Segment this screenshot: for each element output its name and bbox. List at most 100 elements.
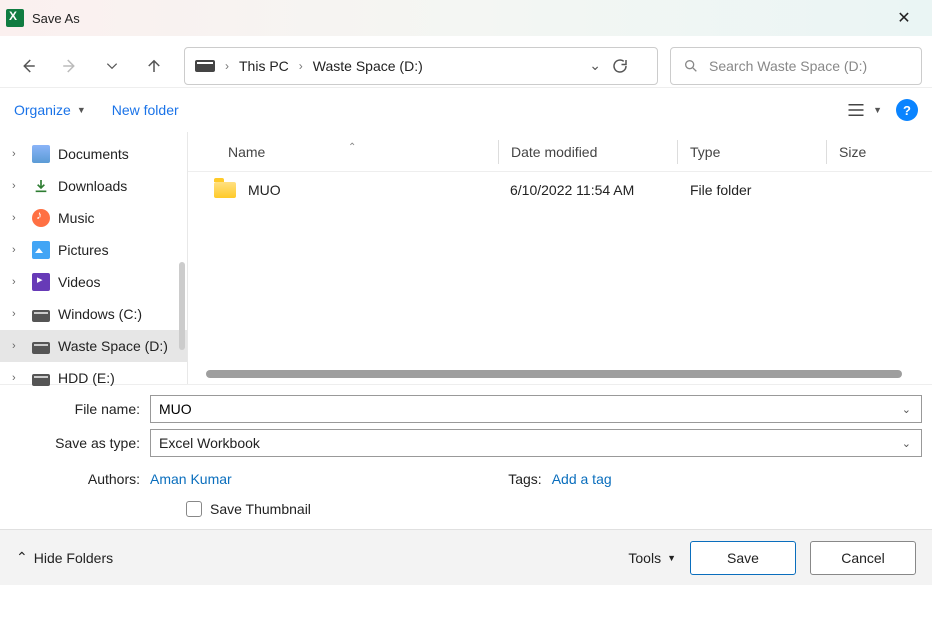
main-area: › Documents › Downloads › Music › Pictur… (0, 132, 932, 384)
dropdown-icon[interactable]: ⌄ (902, 437, 911, 450)
chevron-down-icon (105, 59, 119, 73)
save-type-field[interactable]: Excel Workbook ⌄ (150, 429, 922, 457)
sidebar-item-label: Documents (58, 146, 129, 162)
window-title: Save As (32, 11, 80, 26)
sidebar-item-label: Downloads (58, 178, 127, 194)
back-button[interactable] (10, 48, 46, 84)
arrow-right-icon (61, 57, 79, 75)
breadcrumb-dropdown[interactable]: ⌄ (589, 57, 601, 74)
column-name[interactable]: Name ⌃ (188, 144, 498, 160)
title-bar: Save As ✕ (0, 0, 932, 36)
list-view-icon (847, 103, 865, 117)
refresh-icon (611, 57, 629, 75)
file-type: File folder (678, 182, 826, 198)
organize-button[interactable]: Organize ▼ (14, 102, 86, 118)
nav-bar: › This PC › Waste Space (D:) ⌄ (0, 36, 932, 88)
drive-icon (32, 342, 50, 354)
file-name: MUO (248, 182, 281, 198)
file-date: 6/10/2022 11:54 AM (498, 182, 678, 198)
sidebar-item-documents[interactable]: › Documents (0, 138, 187, 170)
filename-label: File name: (10, 401, 150, 417)
tags-value[interactable]: Add a tag (552, 471, 612, 487)
refresh-button[interactable] (611, 57, 647, 75)
sidebar-item-label: Windows (C:) (58, 306, 142, 322)
chevron-right-icon: › (12, 372, 24, 384)
filename-field[interactable]: ⌄ (150, 395, 922, 423)
save-type-label: Save as type: (10, 435, 150, 451)
chevron-right-icon: › (12, 308, 24, 320)
help-button[interactable]: ? (896, 99, 918, 121)
videos-icon (32, 273, 50, 291)
forward-button[interactable] (52, 48, 88, 84)
arrow-left-icon (19, 57, 37, 75)
chevron-right-icon: › (12, 180, 24, 192)
save-thumbnail-label: Save Thumbnail (210, 501, 311, 517)
breadcrumb-separator: › (299, 59, 303, 73)
toolbar: Organize ▼ New folder ▼ ? (0, 88, 932, 132)
filename-input[interactable] (159, 401, 913, 417)
chevron-right-icon: › (12, 212, 24, 224)
documents-icon (32, 145, 50, 163)
save-button[interactable]: Save (690, 541, 796, 575)
folder-icon (214, 182, 236, 198)
breadcrumb-drive[interactable]: Waste Space (D:) (313, 58, 423, 74)
breadcrumb-this-pc[interactable]: This PC (239, 58, 289, 74)
sidebar-item-pictures[interactable]: › Pictures (0, 234, 187, 266)
sidebar: › Documents › Downloads › Music › Pictur… (0, 132, 188, 384)
chevron-right-icon: › (12, 244, 24, 256)
sidebar-item-label: Pictures (58, 242, 109, 258)
drive-icon (32, 374, 50, 386)
music-icon (32, 209, 50, 227)
drive-icon (195, 60, 215, 72)
sidebar-item-music[interactable]: › Music (0, 202, 187, 234)
caret-down-icon: ▼ (77, 105, 86, 115)
breadcrumb-separator: › (225, 59, 229, 73)
chevron-right-icon: › (12, 148, 24, 160)
sidebar-item-waste-space-d[interactable]: › Waste Space (D:) (0, 330, 187, 362)
horizontal-scrollbar[interactable] (206, 370, 902, 378)
dropdown-icon[interactable]: ⌄ (902, 403, 911, 416)
column-header: Name ⌃ Date modified Type Size (188, 132, 932, 172)
save-type-value: Excel Workbook (159, 435, 260, 451)
sidebar-item-label: Waste Space (D:) (58, 338, 168, 354)
file-pane: Name ⌃ Date modified Type Size MUO 6/10/… (188, 132, 932, 384)
search-box[interactable] (670, 47, 922, 85)
column-date[interactable]: Date modified (499, 144, 677, 160)
hide-folders-label: Hide Folders (34, 550, 113, 566)
breadcrumb[interactable]: › This PC › Waste Space (D:) ⌄ (184, 47, 658, 85)
tags-label: Tags: (492, 471, 552, 487)
organize-label: Organize (14, 102, 71, 118)
hide-folders-button[interactable]: ⌃ Hide Folders (16, 549, 113, 566)
sidebar-item-label: HDD (E:) (58, 370, 115, 386)
search-input[interactable] (709, 58, 909, 74)
cancel-button[interactable]: Cancel (810, 541, 916, 575)
chevron-up-icon: ⌃ (16, 549, 28, 566)
view-options-button[interactable]: ▼ (847, 103, 882, 117)
caret-down-icon: ▼ (667, 553, 676, 563)
sidebar-item-label: Videos (58, 274, 101, 290)
sidebar-item-windows-c[interactable]: › Windows (C:) (0, 298, 187, 330)
close-button[interactable]: ✕ (882, 8, 926, 28)
recent-button[interactable] (94, 48, 130, 84)
excel-icon (6, 9, 24, 27)
column-type[interactable]: Type (678, 144, 826, 160)
drive-icon (32, 310, 50, 322)
up-button[interactable] (136, 48, 172, 84)
downloads-icon (32, 177, 50, 195)
tools-label: Tools (628, 550, 661, 566)
new-folder-button[interactable]: New folder (112, 102, 179, 118)
sidebar-item-downloads[interactable]: › Downloads (0, 170, 187, 202)
column-size[interactable]: Size (827, 144, 878, 160)
authors-value[interactable]: Aman Kumar (150, 471, 232, 487)
sidebar-item-videos[interactable]: › Videos (0, 266, 187, 298)
caret-down-icon: ▼ (873, 105, 882, 115)
save-thumbnail-checkbox[interactable] (186, 501, 202, 517)
file-row[interactable]: MUO 6/10/2022 11:54 AM File folder (188, 172, 932, 208)
sidebar-scrollbar[interactable] (179, 262, 185, 350)
search-icon (683, 58, 699, 74)
tools-button[interactable]: Tools ▼ (628, 550, 676, 566)
authors-label: Authors: (10, 471, 150, 487)
sidebar-item-hdd-e[interactable]: › HDD (E:) (0, 362, 187, 394)
footer: ⌃ Hide Folders Tools ▼ Save Cancel (0, 529, 932, 585)
form-area: File name: ⌄ Save as type: Excel Workboo… (0, 384, 932, 529)
